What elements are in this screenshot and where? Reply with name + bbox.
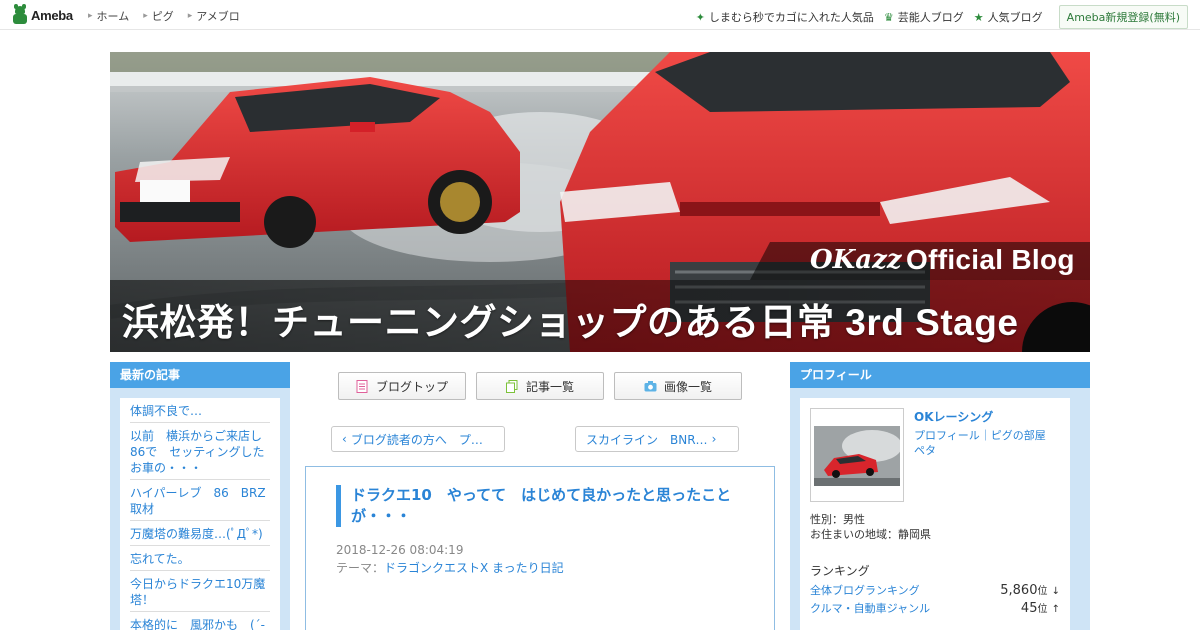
chevron-right-icon: ▸ [88, 11, 93, 21]
recent-posts-heading: 最新の記事 [110, 362, 290, 388]
ameba-mascot-icon [12, 4, 28, 24]
nav-home-label: ホーム [96, 10, 130, 23]
chevron-right-icon: › [711, 432, 717, 446]
image-list-label: 画像一覧 [663, 379, 712, 394]
rank-row-car: クルマ・自動車ジャンル 45位 ↑ [810, 600, 1060, 616]
banner-official-label: Official Blog [906, 244, 1075, 275]
camera-icon [644, 380, 657, 393]
article-title[interactable]: ドラクエ10 やってて はじめて良かったと思ったことが・・・ [336, 485, 736, 527]
profile-name[interactable]: OKレーシング [914, 408, 993, 425]
trend-up-icon: ↑ [1051, 604, 1060, 615]
article: ドラクエ10 やってて はじめて良かったと思ったことが・・・ 2018-12-2… [305, 466, 775, 630]
rank-overall-link[interactable]: 全体ブログランキング [810, 582, 920, 598]
rank-overall-value: 5,860位 ↓ [1000, 582, 1060, 598]
recent-post-link[interactable]: ハイパーレブ 86 BRZ取材 [130, 480, 270, 521]
link-shimamura-label: しまむら秒でカゴに入れた人気品 [708, 11, 874, 24]
article-date: 2018-12-26 08:04:19 [336, 543, 464, 557]
profile-panel: プロフィール OKレーシング プロフィール｜ピグの部屋 ペタ 性別：男性 お住ま… [790, 362, 1090, 630]
profile-meta: 性別：男性 お住まいの地域：静岡県 [810, 512, 931, 542]
link-popular-blog[interactable]: ★ 人気ブログ [974, 9, 1043, 25]
ameba-logo[interactable]: Ameba [12, 4, 73, 24]
previous-post-link[interactable]: ‹ ブログ読者の方へ プ… [331, 426, 505, 452]
document-icon [356, 379, 368, 393]
previous-post-label: ブログ読者の方へ プ… [350, 432, 483, 447]
profile-peta-link[interactable]: ペタ [914, 443, 1064, 458]
nav-pigg[interactable]: ▸ ピグ [143, 8, 174, 24]
nav-ameblo-label: アメブロ [196, 10, 240, 23]
recent-post-link[interactable]: 万魔塔の難易度…(ﾟДﾟ*) [130, 521, 270, 546]
nav-ameblo[interactable]: ▸ アメブロ [188, 8, 240, 24]
top-nav: ▸ ホーム ▸ ピグ ▸ アメブロ [88, 8, 240, 24]
next-post-label: スカイライン BNR… [586, 432, 708, 447]
link-celebrity-blog[interactable]: ♛ 芸能人ブログ [884, 9, 964, 25]
rank-overall-number: 5,860 [1000, 583, 1038, 598]
article-theme-prefix: テーマ： [336, 561, 385, 575]
logo-text: Ameba [31, 7, 73, 23]
top-bar: Ameba ▸ ホーム ▸ ピグ ▸ アメブロ ✦ しまむら秒でカゴに入れた人気品 ♛ 芸… [0, 0, 1200, 30]
blog-title[interactable]: 浜松発！チューニングショップのある日常 3rd Stage [122, 292, 1018, 346]
rank-car-number: 45 [1020, 601, 1038, 616]
article-list-button[interactable]: 記事一覧 [476, 372, 604, 400]
blog-top-button[interactable]: ブログトップ [338, 372, 466, 400]
article-theme-link[interactable]: ドラゴンクエストX まったり日記 [384, 561, 564, 575]
chevron-right-icon: ▸ [187, 11, 193, 21]
blog-header-banner[interactable]: OKazz Official Blog 浜松発！チューニングショップのある日常 … [110, 52, 1090, 352]
article-theme: テーマ：ドラゴンクエストX まったり日記 [336, 559, 564, 576]
article-list-label: 記事一覧 [525, 379, 574, 394]
star-icon: ★ [973, 10, 984, 24]
crown-icon: ♛ [883, 10, 894, 24]
rank-unit: 位 [1037, 604, 1048, 615]
top-links: ✦ しまむら秒でカゴに入れた人気品 ♛ 芸能人ブログ ★ 人気ブログ Ameba新規登… [696, 5, 1188, 29]
image-list-button[interactable]: 画像一覧 [614, 372, 742, 400]
recent-posts-panel: 最新の記事 体調不良で… 以前 横浜からご来店し 86で セッティングしたお車の… [110, 362, 290, 630]
profile-region: お住まいの地域：静岡県 [810, 528, 931, 541]
profile-heading: プロフィール [790, 362, 1090, 388]
recent-post-link[interactable]: 以前 横浜からご来店し 86で セッティングしたお車の・・・ [130, 423, 274, 480]
rank-unit: 位 [1037, 586, 1048, 597]
recent-post-link[interactable]: 今日からドラクエ10万魔塔！ [130, 571, 270, 612]
register-button[interactable]: Ameba新規登録(無料) [1058, 5, 1188, 29]
nav-home[interactable]: ▸ ホーム [88, 8, 129, 24]
link-shimamura[interactable]: ✦ しまむら秒でカゴに入れた人気品 [696, 9, 874, 25]
rank-row-overall: 全体ブログランキング 5,860位 ↓ [810, 582, 1060, 598]
next-post-link[interactable]: スカイライン BNR… › [575, 426, 739, 452]
recent-post-link[interactable]: 忘れてた。 [130, 546, 270, 571]
ranking-heading: ランキング [810, 564, 870, 578]
banner-signature: OKazz [810, 245, 902, 275]
profile-gender: 性別：男性 [810, 513, 865, 526]
nav-pigg-label: ピグ [151, 10, 174, 23]
avatar-photo [814, 412, 902, 498]
copy-icon [505, 379, 518, 393]
avatar[interactable] [810, 408, 904, 502]
recent-post-link[interactable]: 体調不良で… [130, 398, 270, 423]
blog-top-label: ブログトップ [375, 379, 448, 394]
link-celebrity-label: 芸能人ブログ [897, 11, 964, 24]
link-popular-label: 人気ブログ [987, 11, 1043, 24]
recent-posts-list: 体調不良で… 以前 横浜からご来店し 86で セッティングしたお車の・・・ ハイ… [120, 398, 280, 630]
profile-box: OKレーシング プロフィール｜ピグの部屋 ペタ 性別：男性 お住まいの地域：静岡… [800, 398, 1070, 630]
sparkle-icon: ✦ [695, 10, 705, 24]
recent-post-link[interactable]: 本格的に 風邪かも (´-`) [130, 612, 270, 630]
profile-links: プロフィール｜ピグの部屋 ペタ [914, 428, 1064, 458]
rank-car-value: 45位 ↑ [1021, 600, 1060, 616]
rank-car-link[interactable]: クルマ・自動車ジャンル [810, 600, 930, 616]
chevron-right-icon: ▸ [143, 11, 148, 21]
profile-pigg-links[interactable]: プロフィール｜ピグの部屋 [914, 428, 1064, 443]
chevron-left-icon: ‹ [342, 432, 347, 446]
trend-down-icon: ↓ [1051, 586, 1060, 597]
